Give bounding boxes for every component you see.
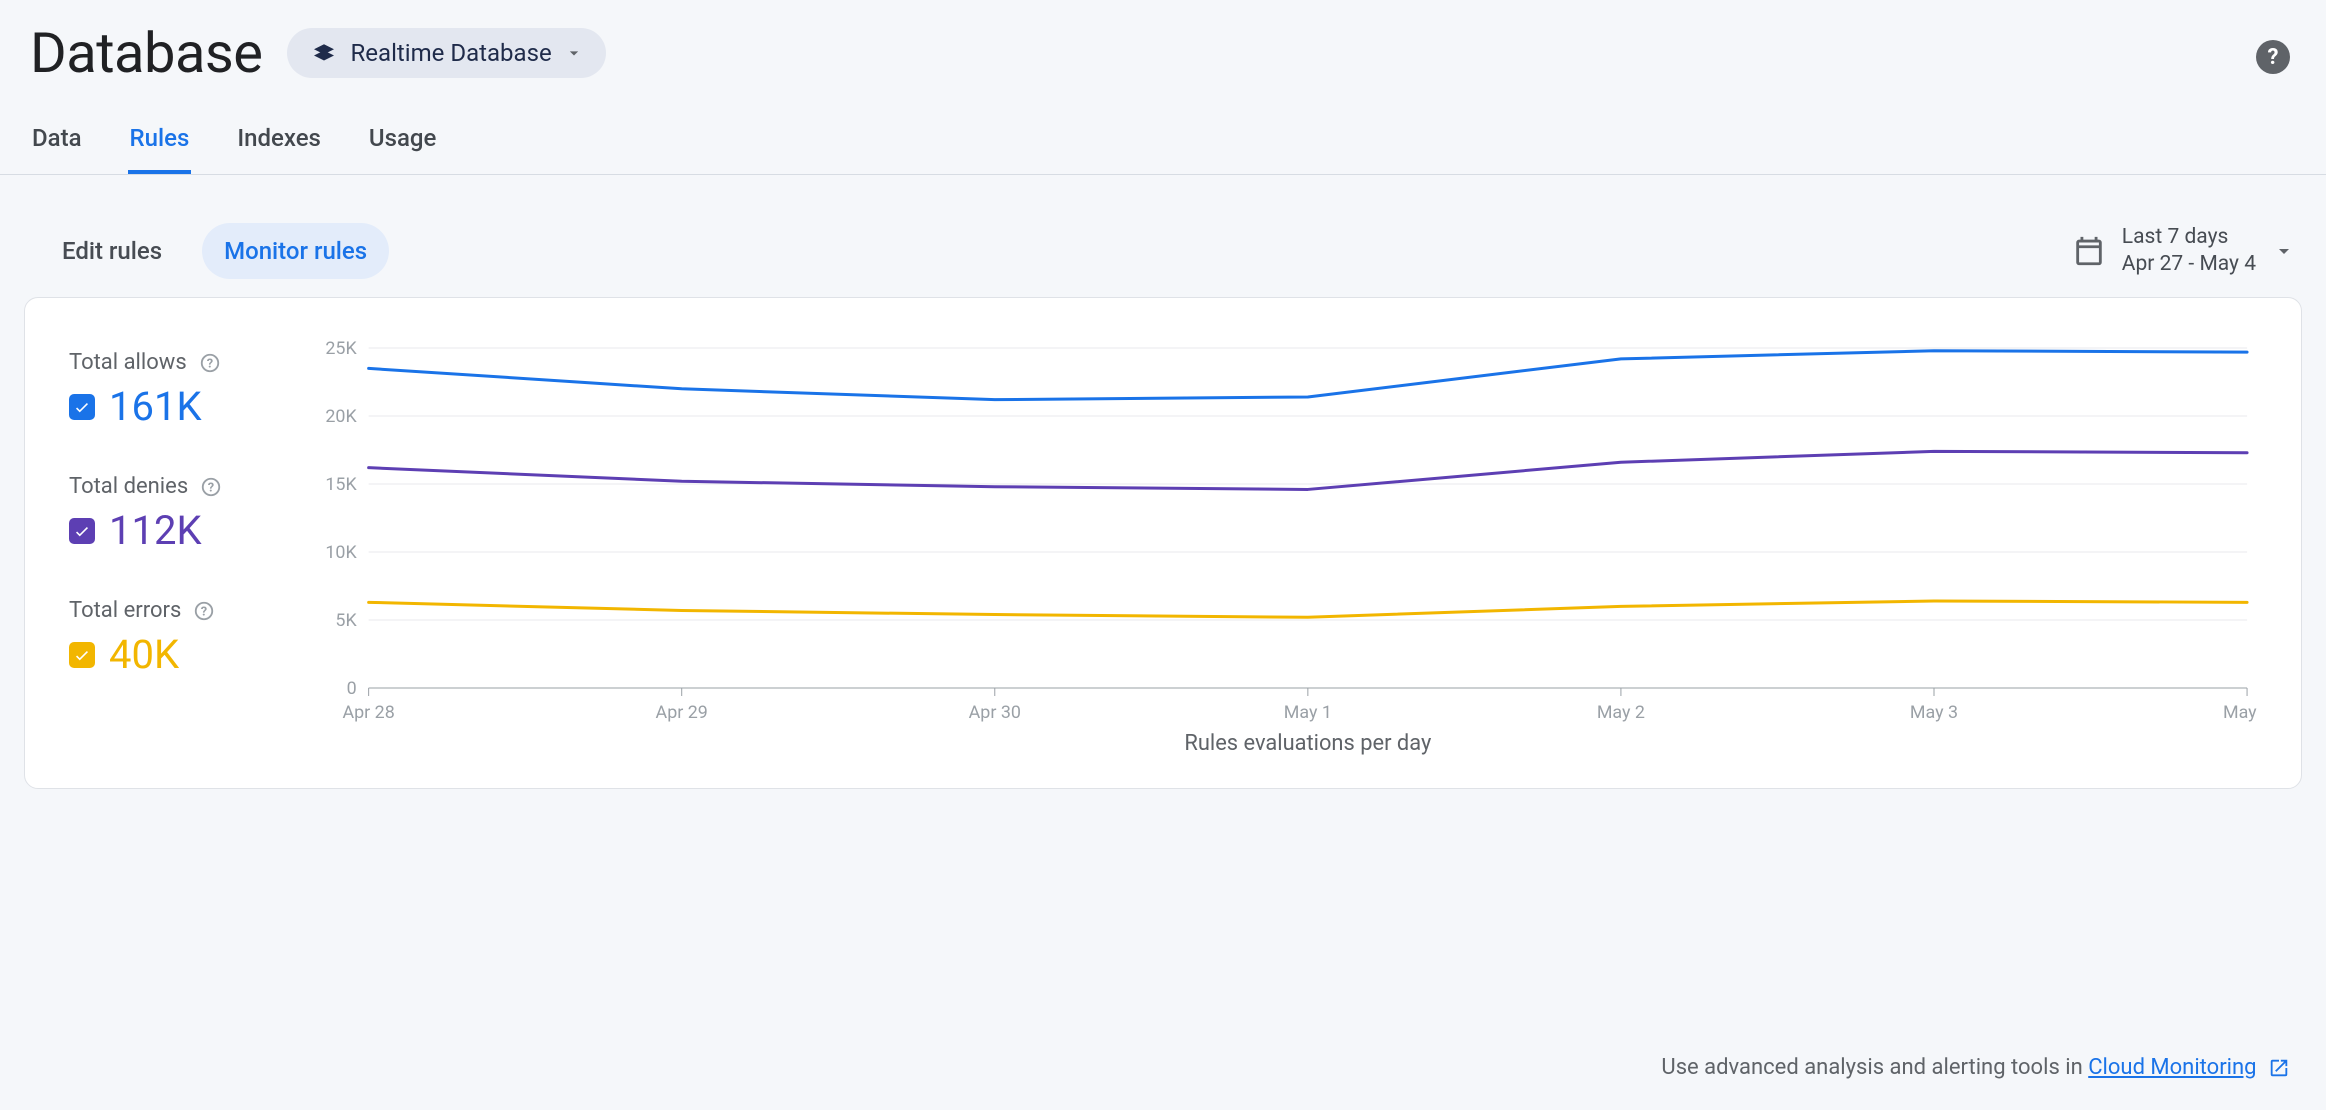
legend-item-errors: Total errors ? 40K [69, 598, 289, 678]
legend-errors-checkbox[interactable] [69, 642, 95, 668]
svg-text:May 1: May 1 [1284, 702, 1332, 723]
legend-denies-value: 112K [109, 507, 202, 554]
legend-denies-label: Total denies [69, 474, 188, 499]
rules-chart: 0 5K 10K 15K 20K 25K Apr 28 Apr 29 Apr 30 May 1 Ma… [309, 338, 2257, 758]
svg-text:5K: 5K [335, 610, 357, 631]
subtab-edit[interactable]: Edit rules [40, 223, 184, 279]
svg-text:25K: 25K [325, 338, 357, 359]
tab-indexes[interactable]: Indexes [235, 106, 323, 174]
subtab-monitor[interactable]: Monitor rules [202, 223, 389, 279]
legend-allows-value: 161K [109, 383, 202, 430]
realtime-db-icon [309, 38, 339, 68]
svg-text:Rules evaluations per day: Rules evaluations per day [1184, 731, 1432, 756]
db-selector-label: Realtime Database [351, 39, 552, 67]
rules-chart-card: Total allows ? 161K Total denies ? 112K … [24, 297, 2302, 789]
svg-text:15K: 15K [325, 474, 357, 495]
tab-usage[interactable]: Usage [367, 106, 438, 174]
svg-text:0: 0 [347, 678, 357, 699]
svg-text:?: ? [201, 604, 207, 619]
svg-text:Apr 28: Apr 28 [342, 702, 394, 723]
svg-text:10K: 10K [325, 542, 357, 563]
info-icon[interactable]: ? [200, 476, 222, 498]
info-icon[interactable]: ? [193, 600, 215, 622]
rules-subtabs: Edit rules Monitor rules [40, 223, 389, 279]
svg-text:May 3: May 3 [1910, 702, 1958, 723]
legend-item-allows: Total allows ? 161K [69, 350, 289, 430]
help-icon[interactable]: ? [2256, 40, 2290, 74]
external-link-icon [2268, 1057, 2290, 1079]
chevron-down-icon [564, 43, 584, 63]
tab-rules[interactable]: Rules [128, 106, 192, 174]
svg-text:?: ? [206, 356, 212, 371]
db-selector[interactable]: Realtime Database [287, 28, 606, 78]
tab-data[interactable]: Data [30, 106, 84, 174]
chart-area: 0 5K 10K 15K 20K 25K Apr 28 Apr 29 Apr 30 May 1 Ma… [309, 338, 2257, 758]
footer-note: Use advanced analysis and alerting tools… [1661, 1055, 2290, 1080]
svg-text:Apr 30: Apr 30 [969, 702, 1021, 723]
chart-legend: Total allows ? 161K Total denies ? 112K … [69, 338, 289, 758]
main-tabs: Data Rules Indexes Usage [0, 96, 2326, 175]
legend-denies-checkbox[interactable] [69, 518, 95, 544]
svg-text:May 4: May 4 [2223, 702, 2257, 723]
page-title: Database [30, 20, 263, 86]
svg-text:20K: 20K [325, 406, 357, 427]
date-range-picker[interactable]: Last 7 days Apr 27 - May 4 [2072, 224, 2296, 279]
footer-prefix: Use advanced analysis and alerting tools… [1661, 1055, 2088, 1080]
cloud-monitoring-link[interactable]: Cloud Monitoring [2088, 1055, 2256, 1080]
legend-allows-checkbox[interactable] [69, 394, 95, 420]
svg-text:?: ? [208, 480, 214, 495]
svg-text:May 2: May 2 [1597, 702, 1645, 723]
date-range-dates: Apr 27 - May 4 [2122, 251, 2256, 278]
chevron-down-icon [2272, 239, 2296, 263]
legend-errors-label: Total errors [69, 598, 181, 623]
svg-text:Apr 29: Apr 29 [656, 702, 708, 723]
legend-errors-value: 40K [109, 631, 179, 678]
info-icon[interactable]: ? [199, 352, 221, 374]
calendar-icon [2072, 234, 2106, 268]
legend-allows-label: Total allows [69, 350, 187, 375]
date-range-label: Last 7 days [2122, 224, 2256, 251]
legend-item-denies: Total denies ? 112K [69, 474, 289, 554]
